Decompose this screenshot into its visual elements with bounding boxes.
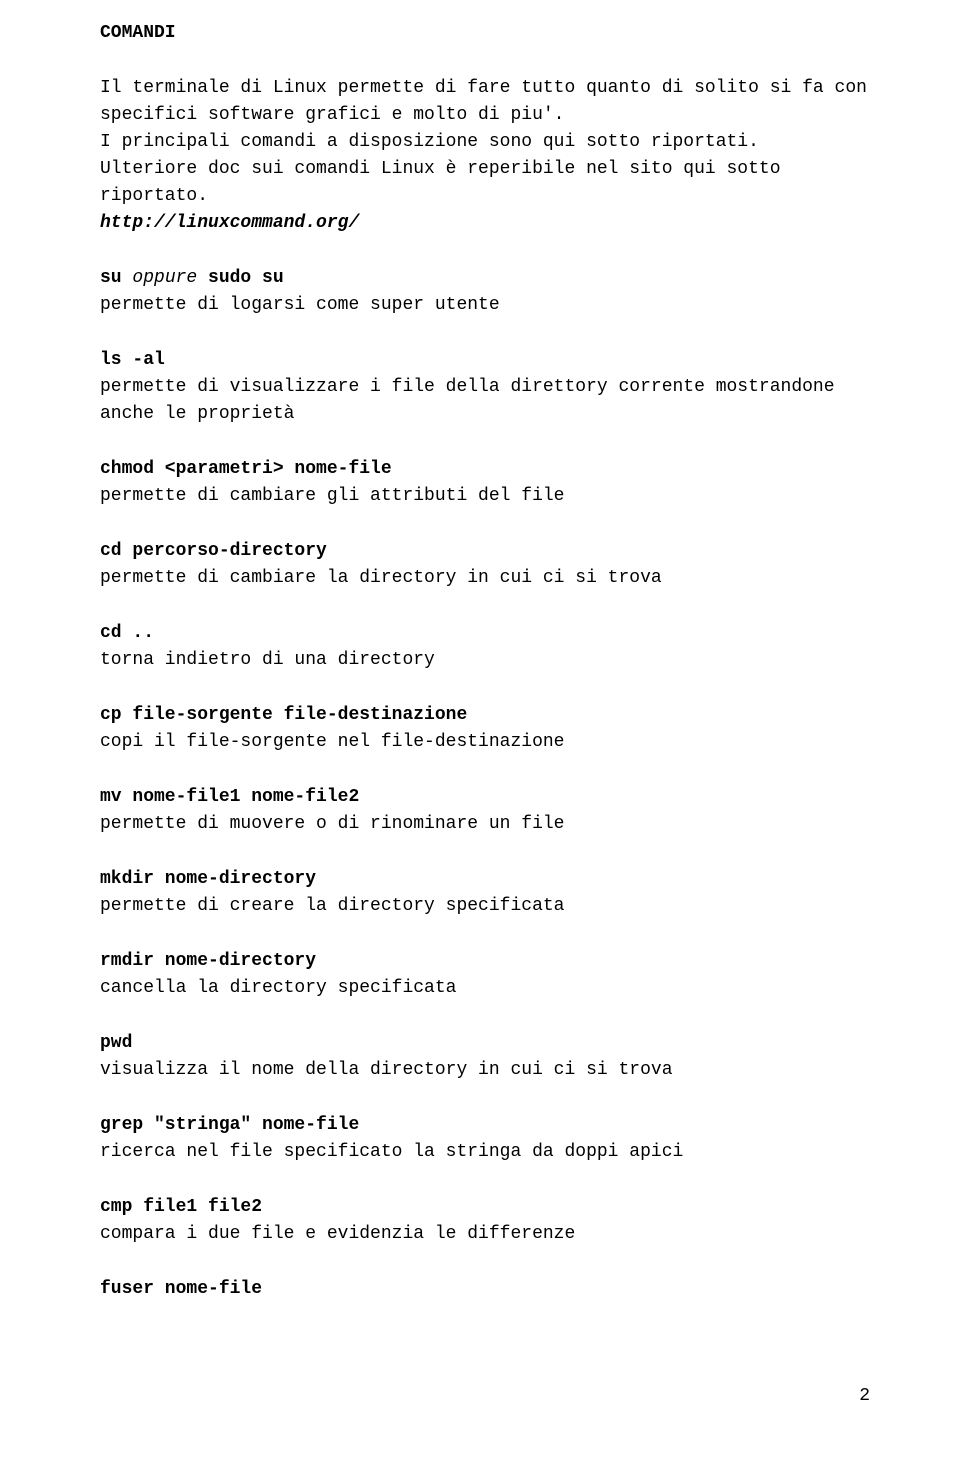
- cmd-cmp-block: cmp file1 file2 compara i due file e evi…: [100, 1194, 880, 1248]
- cmd-mkdir: mkdir nome-directory: [100, 869, 316, 889]
- cmd-pwd-block: pwd visualizza il nome della directory i…: [100, 1030, 880, 1084]
- intro-line-2: I principali comandi a disposizione sono…: [100, 132, 759, 152]
- page-heading: COMANDI: [100, 20, 880, 47]
- cmd-su-desc: permette di logarsi come super utente: [100, 295, 500, 315]
- cmd-chmod-block: chmod <parametri> nome-file permette di …: [100, 456, 880, 510]
- cmd-grep: grep "stringa" nome-file: [100, 1115, 359, 1135]
- cmd-cmp-desc: compara i due file e evidenzia le differ…: [100, 1224, 575, 1244]
- cmd-mv-desc: permette di muovere o di rinominare un f…: [100, 814, 564, 834]
- cmd-grep-block: grep "stringa" nome-file ricerca nel fil…: [100, 1112, 880, 1166]
- cmd-su-part2: oppure: [122, 268, 208, 288]
- cmd-su-block: su oppure sudo su permette di logarsi co…: [100, 265, 880, 319]
- cmd-mv: mv nome-file1 nome-file2: [100, 787, 359, 807]
- document-page: COMANDI Il terminale di Linux permette d…: [0, 0, 960, 1450]
- cmd-cd-desc: permette di cambiare la directory in cui…: [100, 568, 662, 588]
- cmd-chmod: chmod <parametri> nome-file: [100, 459, 392, 479]
- cmd-cdup: cd ..: [100, 623, 154, 643]
- cmd-cp: cp file-sorgente file-destinazione: [100, 705, 467, 725]
- cmd-ls: ls -al: [100, 350, 165, 370]
- cmd-ls-block: ls -al permette di visualizzare i file d…: [100, 347, 880, 428]
- cmd-cdup-block: cd .. torna indietro di una directory: [100, 620, 880, 674]
- cmd-cp-desc: copi il file-sorgente nel file-destinazi…: [100, 732, 564, 752]
- cmd-cd-block: cd percorso-directory permette di cambia…: [100, 538, 880, 592]
- cmd-cd: cd percorso-directory: [100, 541, 327, 561]
- doc-link[interactable]: http://linuxcommand.org/: [100, 213, 359, 233]
- intro-block: Il terminale di Linux permette di fare t…: [100, 75, 880, 237]
- cmd-pwd-desc: visualizza il nome della directory in cu…: [100, 1060, 673, 1080]
- cmd-pwd: pwd: [100, 1033, 132, 1053]
- cmd-su-part1: su: [100, 268, 122, 288]
- intro-line-1: Il terminale di Linux permette di fare t…: [100, 78, 878, 125]
- cmd-chmod-desc: permette di cambiare gli attributi del f…: [100, 486, 564, 506]
- cmd-fuser: fuser nome-file: [100, 1279, 262, 1299]
- cmd-mkdir-block: mkdir nome-directory permette di creare …: [100, 866, 880, 920]
- page-number: 2: [100, 1383, 880, 1410]
- cmd-rmdir: rmdir nome-directory: [100, 951, 316, 971]
- intro-line-3: Ulteriore doc sui comandi Linux è reperi…: [100, 159, 791, 206]
- cmd-cmp: cmp file1 file2: [100, 1197, 262, 1217]
- cmd-fuser-block: fuser nome-file: [100, 1276, 880, 1303]
- cmd-mkdir-desc: permette di creare la directory specific…: [100, 896, 564, 916]
- cmd-cdup-desc: torna indietro di una directory: [100, 650, 435, 670]
- cmd-mv-block: mv nome-file1 nome-file2 permette di muo…: [100, 784, 880, 838]
- cmd-rmdir-desc: cancella la directory specificata: [100, 978, 456, 998]
- cmd-rmdir-block: rmdir nome-directory cancella la directo…: [100, 948, 880, 1002]
- cmd-su-part3: sudo su: [208, 268, 284, 288]
- cmd-ls-desc: permette di visualizzare i file della di…: [100, 377, 845, 424]
- cmd-cp-block: cp file-sorgente file-destinazione copi …: [100, 702, 880, 756]
- cmd-grep-desc: ricerca nel file specificato la stringa …: [100, 1142, 683, 1162]
